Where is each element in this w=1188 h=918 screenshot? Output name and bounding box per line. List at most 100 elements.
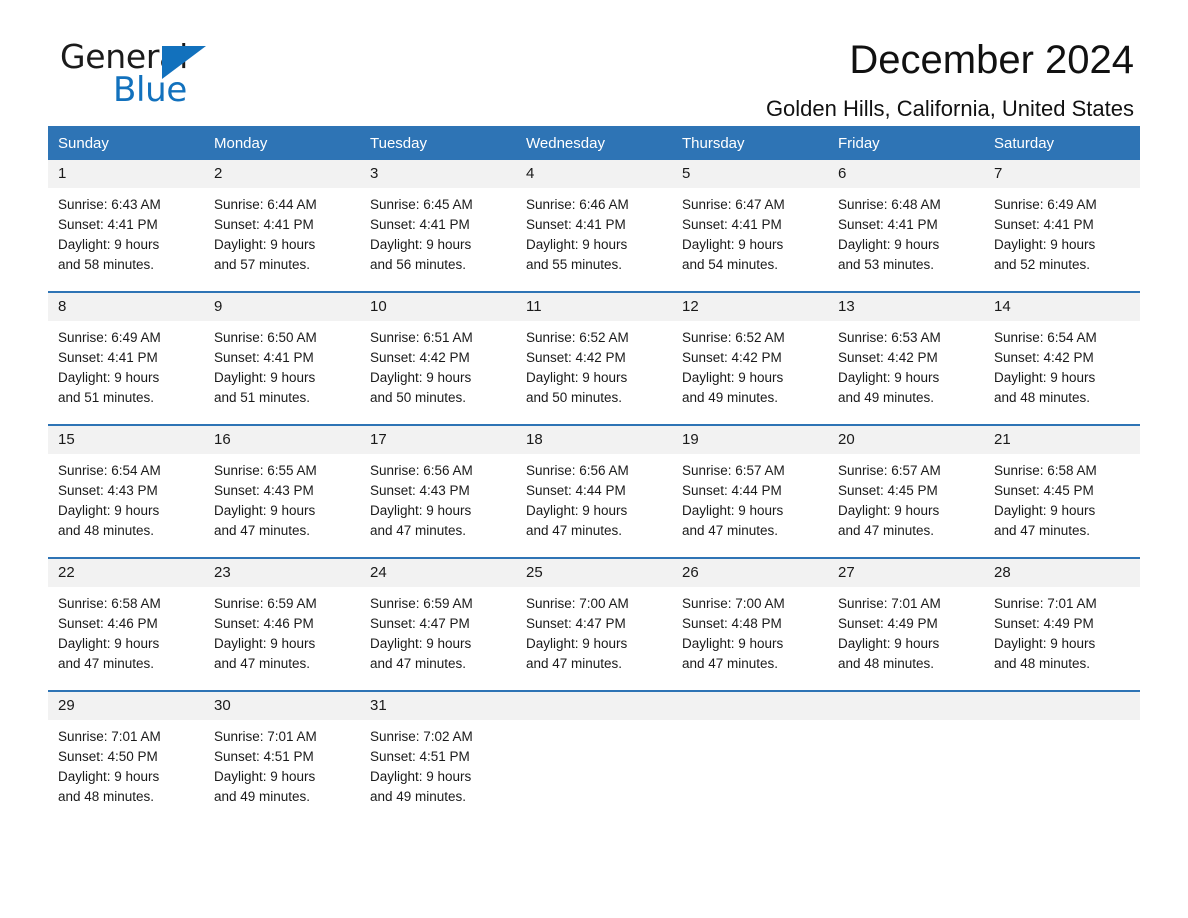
daylight-text-line1: Daylight: 9 hours xyxy=(994,237,1096,252)
week-1-daynumbers: 1 2 3 4 5 6 7 xyxy=(48,160,1140,188)
daylight-text-line2: and 47 minutes. xyxy=(526,656,623,671)
daylight-text-line2: and 48 minutes. xyxy=(994,390,1091,405)
day-cell: Sunrise: 7:00 AM Sunset: 4:48 PM Dayligh… xyxy=(672,587,828,691)
sunset-text: Sunset: 4:42 PM xyxy=(370,350,470,365)
sunrise-text: Sunrise: 7:00 AM xyxy=(682,596,785,611)
daylight-text-line1: Daylight: 9 hours xyxy=(370,769,472,784)
daylight-text-line2: and 47 minutes. xyxy=(526,523,623,538)
daylight-text-line1: Daylight: 9 hours xyxy=(58,237,160,252)
sunrise-text: Sunrise: 6:55 AM xyxy=(214,463,317,478)
day-number: 2 xyxy=(204,160,360,188)
week-3-details: Sunrise: 6:54 AM Sunset: 4:43 PM Dayligh… xyxy=(48,454,1140,558)
day-number: 12 xyxy=(672,291,828,321)
day-cell: Sunrise: 6:57 AM Sunset: 4:44 PM Dayligh… xyxy=(672,454,828,558)
day-number: 24 xyxy=(360,557,516,587)
sunrise-text: Sunrise: 7:01 AM xyxy=(58,729,161,744)
daylight-text-line2: and 51 minutes. xyxy=(58,390,155,405)
daylight-text-line1: Daylight: 9 hours xyxy=(370,636,472,651)
day-number-empty xyxy=(828,690,984,720)
generalblue-logo: General Blue xyxy=(60,40,270,118)
week-4-details: Sunrise: 6:58 AM Sunset: 4:46 PM Dayligh… xyxy=(48,587,1140,691)
sunset-text: Sunset: 4:41 PM xyxy=(838,217,938,232)
sunrise-text: Sunrise: 6:58 AM xyxy=(994,463,1097,478)
sunset-text: Sunset: 4:48 PM xyxy=(682,616,782,631)
daylight-text-line2: and 49 minutes. xyxy=(838,390,935,405)
day-cell: Sunrise: 6:53 AM Sunset: 4:42 PM Dayligh… xyxy=(828,321,984,425)
sunrise-text: Sunrise: 6:54 AM xyxy=(58,463,161,478)
sunrise-text: Sunrise: 6:53 AM xyxy=(838,330,941,345)
week-3-daynumbers: 15 16 17 18 19 20 21 xyxy=(48,424,1140,454)
day-number: 16 xyxy=(204,424,360,454)
day-cell: Sunrise: 6:56 AM Sunset: 4:43 PM Dayligh… xyxy=(360,454,516,558)
daylight-text-line1: Daylight: 9 hours xyxy=(994,636,1096,651)
daylight-text-line1: Daylight: 9 hours xyxy=(682,503,784,518)
day-cell-empty xyxy=(828,720,984,823)
sunset-text: Sunset: 4:41 PM xyxy=(526,217,626,232)
day-cell: Sunrise: 6:56 AM Sunset: 4:44 PM Dayligh… xyxy=(516,454,672,558)
week-2-details: Sunrise: 6:49 AM Sunset: 4:41 PM Dayligh… xyxy=(48,321,1140,425)
daylight-text-line2: and 48 minutes. xyxy=(58,523,155,538)
sunset-text: Sunset: 4:41 PM xyxy=(58,217,158,232)
daylight-text-line2: and 50 minutes. xyxy=(370,390,467,405)
day-number: 13 xyxy=(828,291,984,321)
day-number: 9 xyxy=(204,291,360,321)
week-4-daynumbers: 22 23 24 25 26 27 28 xyxy=(48,557,1140,587)
day-number: 5 xyxy=(672,160,828,188)
sunrise-text: Sunrise: 6:57 AM xyxy=(838,463,941,478)
daylight-text-line1: Daylight: 9 hours xyxy=(370,503,472,518)
week-1-details: Sunrise: 6:43 AM Sunset: 4:41 PM Dayligh… xyxy=(48,188,1140,292)
daylight-text-line1: Daylight: 9 hours xyxy=(214,237,316,252)
sunrise-text: Sunrise: 6:49 AM xyxy=(58,330,161,345)
day-number: 27 xyxy=(828,557,984,587)
daylight-text-line2: and 47 minutes. xyxy=(994,523,1091,538)
daylight-text-line1: Daylight: 9 hours xyxy=(58,503,160,518)
daylight-text-line1: Daylight: 9 hours xyxy=(370,237,472,252)
daylight-text-line2: and 54 minutes. xyxy=(682,257,779,272)
sunset-text: Sunset: 4:45 PM xyxy=(838,483,938,498)
daylight-text-line1: Daylight: 9 hours xyxy=(994,370,1096,385)
daylight-text-line2: and 55 minutes. xyxy=(526,257,623,272)
day-cell: Sunrise: 6:46 AM Sunset: 4:41 PM Dayligh… xyxy=(516,188,672,292)
daylight-text-line2: and 47 minutes. xyxy=(682,523,779,538)
daylight-text-line1: Daylight: 9 hours xyxy=(838,636,940,651)
day-cell-empty xyxy=(984,720,1140,823)
daylight-text-line1: Daylight: 9 hours xyxy=(682,237,784,252)
sunset-text: Sunset: 4:41 PM xyxy=(58,350,158,365)
day-number: 7 xyxy=(984,160,1140,188)
daylight-text-line1: Daylight: 9 hours xyxy=(214,769,316,784)
sunrise-text: Sunrise: 6:56 AM xyxy=(370,463,473,478)
sunrise-text: Sunrise: 6:46 AM xyxy=(526,197,629,212)
sunrise-text: Sunrise: 6:59 AM xyxy=(214,596,317,611)
daylight-text-line2: and 48 minutes. xyxy=(58,789,155,804)
day-number: 6 xyxy=(828,160,984,188)
day-number-empty xyxy=(516,690,672,720)
daylight-text-line2: and 57 minutes. xyxy=(214,257,311,272)
weekday-header-tuesday: Tuesday xyxy=(360,126,516,160)
daylight-text-line2: and 47 minutes. xyxy=(370,523,467,538)
day-cell: Sunrise: 6:59 AM Sunset: 4:46 PM Dayligh… xyxy=(204,587,360,691)
daylight-text-line1: Daylight: 9 hours xyxy=(526,503,628,518)
day-cell-empty xyxy=(672,720,828,823)
day-cell: Sunrise: 6:58 AM Sunset: 4:45 PM Dayligh… xyxy=(984,454,1140,558)
calendar-table: Sunday Monday Tuesday Wednesday Thursday… xyxy=(48,126,1140,823)
daylight-text-line2: and 47 minutes. xyxy=(370,656,467,671)
daylight-text-line2: and 56 minutes. xyxy=(370,257,467,272)
day-cell: Sunrise: 6:57 AM Sunset: 4:45 PM Dayligh… xyxy=(828,454,984,558)
sunset-text: Sunset: 4:51 PM xyxy=(214,749,314,764)
sunset-text: Sunset: 4:43 PM xyxy=(58,483,158,498)
sunrise-text: Sunrise: 6:48 AM xyxy=(838,197,941,212)
sunrise-text: Sunrise: 6:49 AM xyxy=(994,197,1097,212)
day-number: 10 xyxy=(360,291,516,321)
sunset-text: Sunset: 4:47 PM xyxy=(526,616,626,631)
day-number: 21 xyxy=(984,424,1140,454)
daylight-text-line2: and 47 minutes. xyxy=(214,523,311,538)
sunrise-text: Sunrise: 7:01 AM xyxy=(994,596,1097,611)
week-5-details: Sunrise: 7:01 AM Sunset: 4:50 PM Dayligh… xyxy=(48,720,1140,823)
day-number: 22 xyxy=(48,557,204,587)
day-cell: Sunrise: 7:00 AM Sunset: 4:47 PM Dayligh… xyxy=(516,587,672,691)
sunset-text: Sunset: 4:41 PM xyxy=(682,217,782,232)
sunset-text: Sunset: 4:44 PM xyxy=(526,483,626,498)
day-number-empty xyxy=(672,690,828,720)
day-cell: Sunrise: 6:47 AM Sunset: 4:41 PM Dayligh… xyxy=(672,188,828,292)
sunset-text: Sunset: 4:41 PM xyxy=(370,217,470,232)
